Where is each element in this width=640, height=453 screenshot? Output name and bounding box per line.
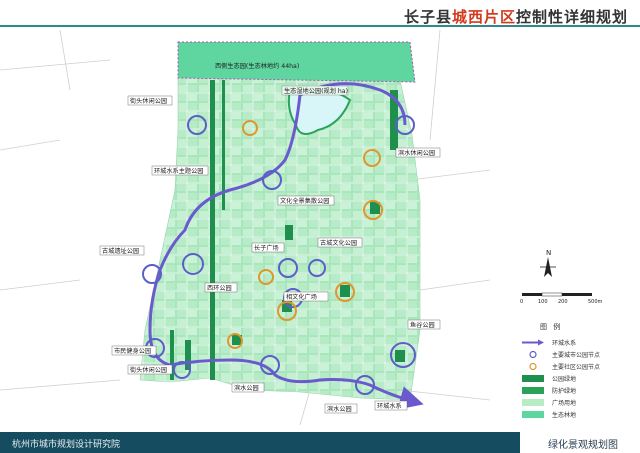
- legend-item-ring-water: 环城水系: [522, 337, 632, 349]
- title-suffix: 控制性详细规划: [515, 8, 628, 26]
- svg-text:古城文化公园: 古城文化公园: [320, 239, 357, 247]
- header-rule: [0, 25, 640, 27]
- label-culture-art: 文化全景集散公园: [277, 195, 335, 206]
- svg-text:鱼谷公园: 鱼谷公园: [410, 321, 435, 329]
- orange-circle-icon: [529, 363, 537, 370]
- label-binshui-park-ne: 滨水休闲公园: [395, 147, 441, 158]
- label-yugu-park: 鱼谷公园: [407, 319, 441, 330]
- legend-item-community-park: 主要社区公园节点: [522, 361, 632, 373]
- label-jietou-park-sw: 街头休闲公园: [127, 364, 173, 375]
- svg-text:市民健身公园: 市民健身公园: [114, 347, 151, 355]
- legend-label: 环城水系: [552, 340, 577, 347]
- svg-text:西侧生态园(生态林地约 44ha): 西侧生态园(生态林地约 44ha): [215, 62, 299, 70]
- legend-label: 生态林地: [552, 412, 577, 419]
- svg-text:长子广场: 长子广场: [254, 244, 279, 252]
- label-xihuan-park: 西环公园: [204, 282, 238, 293]
- title-prefix: 长子县: [403, 8, 452, 26]
- label-shimin-fitness: 市民健身公园: [111, 345, 157, 356]
- svg-text:环城水系: 环城水系: [377, 402, 402, 410]
- label-ancient-heritage: 古城遗址公园: [99, 245, 145, 256]
- legend-label: 广场用地: [552, 400, 577, 407]
- label-binshui-s: 滨水公园: [231, 382, 265, 393]
- legend: 图 例 环城水系 主要城市公园节点 主要社区公园节点 公园绿地 防护绿地 广场用…: [500, 240, 635, 420]
- svg-text:街头休闲公园: 街头休闲公园: [130, 97, 167, 105]
- legend-item-city-park: 主要城市公园节点: [522, 349, 632, 361]
- footer-sheet-title: 绿化景观规划图: [548, 440, 618, 451]
- legend-item-park-green: 公园绿地: [522, 373, 632, 385]
- top-forest-band: [177, 41, 416, 83]
- label-top-forest: 西侧生态园(生态林地约 44ha): [215, 62, 299, 70]
- arrow-icon: [522, 339, 544, 346]
- city-blocks-area: [139, 74, 421, 401]
- legend-item-protective-green: 防护绿地: [522, 385, 632, 397]
- svg-text:文化全景集散公园: 文化全景集散公园: [280, 197, 330, 205]
- footer-sheet-title-box: 绿化景观规划图: [520, 432, 640, 453]
- label-changzi-square: 长子广场: [251, 242, 285, 253]
- green-landscape-map[interactable]: 西侧生态园(生态林地约 44ha) 生态湿地公园(规划 ha) 街头休闲公园 滨…: [0, 30, 490, 425]
- legend-label: 主要城市公园节点: [552, 352, 601, 359]
- label-ring-water: 环城水系: [374, 400, 408, 411]
- legend-item-eco-forest: 生态林地: [522, 409, 632, 421]
- svg-text:环城水系主题公园: 环城水系主题公园: [154, 167, 204, 175]
- legend-item-square: 广场用地: [522, 397, 632, 409]
- svg-text:街头休闲公园: 街头休闲公园: [130, 366, 167, 374]
- legend-label: 主要社区公园节点: [552, 364, 601, 371]
- legend-title: 图 例: [540, 323, 563, 331]
- footer-bar: 杭州市城市规划设计研究院 绿化景观规划图: [0, 432, 640, 453]
- label-binshui-s2: 滨水公园: [324, 403, 358, 414]
- blue-circle-icon: [529, 351, 537, 358]
- title-highlight: 城西片区: [451, 8, 516, 26]
- label-ancient-culture: 古城文化公园: [317, 237, 363, 248]
- label-jietou-park: 街头休闲公园: [127, 95, 173, 106]
- svg-text:西环公园: 西环公园: [207, 285, 232, 292]
- legend-label: 防护绿地: [552, 388, 577, 395]
- page-title: 长子县城西片区控制性详细规划: [404, 6, 628, 27]
- label-ring-water-theme: 环城水系主题公园: [151, 165, 209, 176]
- svg-text:滨水休闲公园: 滨水休闲公园: [398, 149, 435, 157]
- legend-label: 公园绿地: [552, 376, 577, 383]
- svg-text:滨水公园: 滨水公园: [234, 384, 259, 392]
- legend-swatch: [522, 375, 544, 382]
- svg-text:古城遗址公园: 古城遗址公园: [102, 247, 139, 255]
- legend-swatch: [522, 399, 544, 406]
- label-xiangwen-square: 相文化广场: [283, 291, 329, 302]
- legend-swatch: [522, 411, 544, 418]
- label-lake: 生态湿地公园(规划 ha): [281, 85, 349, 96]
- footer-institute: 杭州市城市规划设计研究院: [12, 440, 121, 450]
- svg-text:滨水公园: 滨水公园: [327, 405, 352, 413]
- svg-text:相文化广场: 相文化广场: [286, 293, 317, 301]
- svg-text:生态湿地公园(规划 ha): 生态湿地公园(规划 ha): [284, 87, 348, 95]
- legend-swatch: [522, 387, 544, 394]
